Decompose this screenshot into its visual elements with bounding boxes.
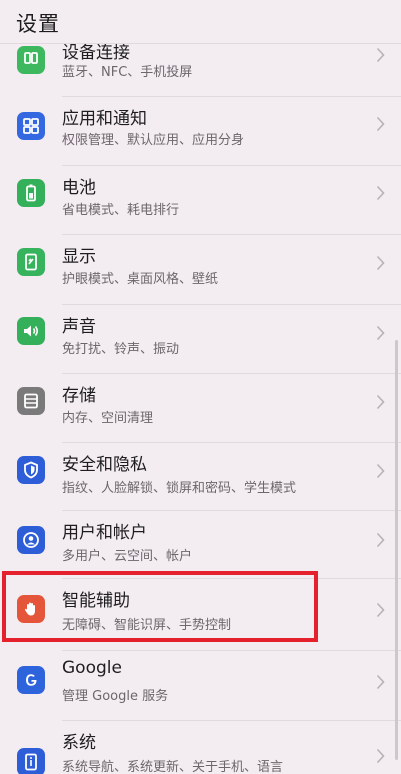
battery-icon	[17, 179, 45, 207]
settings-item-subtitle: 管理 Google 服务	[62, 689, 169, 704]
chevron-right-icon	[376, 185, 385, 201]
settings-item-subtitle: 蓝牙、NFC、手机投屏	[62, 65, 193, 80]
settings-item-subtitle: 权限管理、默认应用、应用分身	[62, 133, 245, 148]
chevron-right-icon	[376, 47, 385, 63]
settings-item-title: 声音	[62, 317, 96, 337]
settings-item-apps[interactable]: 应用和通知 权限管理、默认应用、应用分身	[0, 96, 401, 165]
settings-item-users[interactable]: 用户和帐户 多用户、云空间、帐户	[0, 510, 401, 579]
google-icon	[17, 666, 45, 694]
settings-item-title: 应用和通知	[62, 109, 147, 129]
settings-item-title: 用户和帐户	[62, 523, 147, 543]
chevron-right-icon	[376, 674, 385, 690]
settings-item-title: Google	[62, 658, 122, 678]
settings-item-display[interactable]: 显示 护眼模式、桌面风格、壁纸	[0, 234, 401, 303]
settings-list: 设备连接 蓝牙、NFC、手机投屏 应用和通知 权限管理、默认应用、应用分身 电池	[0, 0, 401, 774]
chevron-right-icon	[376, 325, 385, 341]
settings-item-battery[interactable]: 电池 省电模式、耗电排行	[0, 165, 401, 234]
chevron-right-icon	[376, 748, 385, 764]
settings-item-security[interactable]: 安全和隐私 指纹、人脸解锁、锁屏和密码、学生模式	[0, 442, 401, 511]
device-connect-icon	[17, 46, 45, 74]
settings-item-storage[interactable]: 存储 内存、空间清理	[0, 373, 401, 442]
settings-item-subtitle: 无障碍、智能识屏、手势控制	[62, 618, 232, 633]
apps-grid-icon	[17, 112, 45, 140]
chevron-right-icon	[376, 116, 385, 132]
settings-item-system[interactable]: 系统 系统导航、系统更新、关于手机、语言	[0, 720, 401, 774]
settings-item-subtitle: 多用户、云空间、帐户	[62, 549, 193, 564]
chevron-right-icon	[376, 602, 385, 618]
settings-item-subtitle: 护眼模式、桌面风格、壁纸	[62, 272, 219, 287]
settings-page: 设备连接 蓝牙、NFC、手机投屏 应用和通知 权限管理、默认应用、应用分身 电池	[0, 0, 401, 774]
chevron-right-icon	[376, 394, 385, 410]
settings-item-sound[interactable]: 声音 免打扰、铃声、振动	[0, 304, 401, 373]
header-divider	[0, 43, 401, 44]
settings-item-title: 系统	[62, 733, 96, 753]
shield-icon	[17, 456, 45, 484]
user-icon	[17, 526, 45, 554]
settings-item-subtitle: 免打扰、铃声、振动	[62, 342, 180, 357]
settings-item-subtitle: 内存、空间清理	[62, 411, 154, 426]
settings-item-title: 智能辅助	[62, 591, 130, 611]
settings-item-subtitle: 系统导航、系统更新、关于手机、语言	[62, 760, 284, 774]
settings-item-google[interactable]: Google 管理 Google 服务	[0, 650, 401, 719]
settings-item-title: 显示	[62, 247, 96, 267]
settings-item-title: 电池	[62, 178, 96, 198]
settings-item-subtitle: 指纹、人脸解锁、锁屏和密码、学生模式	[62, 481, 297, 496]
app-header: 设置	[0, 0, 401, 44]
chevron-right-icon	[376, 255, 385, 271]
page-title: 设置	[16, 12, 60, 36]
display-icon	[17, 248, 45, 276]
speaker-icon	[17, 317, 45, 345]
scrollbar[interactable]	[395, 340, 398, 760]
hand-icon	[17, 595, 45, 623]
phone-info-icon	[17, 748, 45, 774]
settings-item-title: 安全和隐私	[62, 455, 147, 475]
settings-item-title: 存储	[62, 386, 96, 406]
chevron-right-icon	[376, 463, 385, 479]
settings-item-subtitle: 省电模式、耗电排行	[62, 203, 180, 218]
settings-item-smart-assist[interactable]: 智能辅助 无障碍、智能识屏、手势控制	[0, 578, 401, 647]
chevron-right-icon	[376, 532, 385, 548]
storage-icon	[17, 387, 45, 415]
